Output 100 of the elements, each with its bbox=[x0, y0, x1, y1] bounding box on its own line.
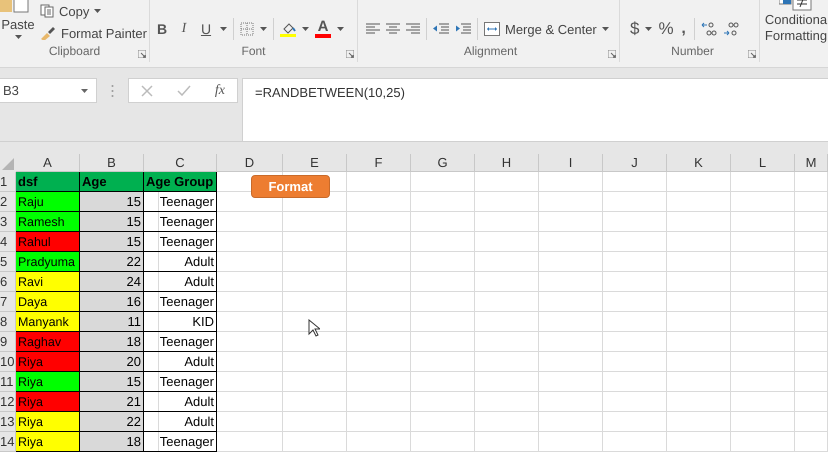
age-group-cell: KID bbox=[144, 312, 217, 332]
name-cell: Ramesh bbox=[16, 212, 80, 232]
age-cell: 15 bbox=[80, 232, 144, 252]
font-color-button[interactable]: A bbox=[315, 20, 331, 38]
conditional-formatting-button[interactable]: Conditiona Formatting bbox=[764, 0, 828, 44]
name-box[interactable]: B3 bbox=[0, 78, 97, 103]
caret-icon[interactable] bbox=[337, 27, 344, 31]
dropdown-caret-icon[interactable] bbox=[81, 88, 88, 92]
italic-button[interactable]: I bbox=[176, 20, 192, 38]
caret-icon[interactable] bbox=[14, 35, 22, 39]
group-label: Font bbox=[241, 44, 266, 58]
formula-input[interactable]: =RANDBETWEEN(10,25) bbox=[242, 78, 828, 142]
column-header[interactable]: L bbox=[731, 154, 795, 172]
age-cell: 24 bbox=[80, 272, 144, 292]
column-header[interactable]: H bbox=[475, 154, 539, 172]
dialog-launcher-icon[interactable] bbox=[748, 50, 756, 58]
align-left-icon[interactable] bbox=[366, 22, 380, 36]
caret-icon[interactable] bbox=[645, 27, 652, 31]
age-group-cell: Teenager bbox=[144, 232, 217, 252]
paste-button[interactable]: Paste bbox=[0, 0, 36, 39]
copy-icon bbox=[40, 4, 54, 18]
name-cell: Riya bbox=[16, 432, 80, 452]
decrease-decimal-icon[interactable] bbox=[722, 21, 739, 37]
currency-button[interactable]: $ bbox=[630, 19, 640, 39]
name-cell: Riya bbox=[16, 372, 80, 392]
merge-cells-icon bbox=[484, 22, 500, 36]
column-header[interactable]: A bbox=[16, 154, 80, 172]
age-cell: 22 bbox=[80, 252, 144, 272]
age-cell: 21 bbox=[80, 392, 144, 412]
caret-icon[interactable] bbox=[220, 27, 227, 31]
table-header-cell: Age bbox=[80, 172, 144, 192]
age-group-cell: Teenager bbox=[144, 372, 217, 392]
table-header-cell: Age Group bbox=[144, 172, 217, 192]
row-header[interactable]: 14 bbox=[0, 432, 16, 452]
age-cell: 11 bbox=[80, 312, 144, 332]
row-header[interactable]: 10 bbox=[0, 352, 16, 372]
caret-icon[interactable] bbox=[94, 9, 102, 13]
column-header[interactable]: B bbox=[80, 154, 144, 172]
bold-button[interactable]: B bbox=[154, 20, 170, 38]
age-group-cell: Teenager bbox=[144, 212, 217, 232]
age-cell: 18 bbox=[80, 432, 144, 452]
age-cell: 15 bbox=[80, 192, 144, 212]
name-cell: Riya bbox=[16, 412, 80, 432]
merge-center-button[interactable]: Merge & Center bbox=[484, 20, 609, 38]
row-header[interactable]: 9 bbox=[0, 332, 16, 352]
dialog-launcher-icon[interactable] bbox=[138, 50, 146, 58]
row-header[interactable]: 8 bbox=[0, 312, 16, 332]
caret-icon[interactable] bbox=[302, 27, 309, 31]
age-group-cell: Adult bbox=[144, 352, 217, 372]
row-header[interactable]: 6 bbox=[0, 272, 16, 292]
percent-button[interactable]: % bbox=[658, 19, 674, 39]
age-group-cell: Adult bbox=[144, 392, 217, 412]
column-header[interactable]: C bbox=[144, 154, 217, 172]
row-header[interactable]: 5 bbox=[0, 252, 16, 272]
column-header[interactable]: F bbox=[347, 154, 411, 172]
row-header[interactable]: 2 bbox=[0, 192, 16, 212]
column-header[interactable]: M bbox=[795, 154, 828, 172]
name-cell: Rahul bbox=[16, 232, 80, 252]
decrease-indent-icon[interactable] bbox=[433, 22, 449, 36]
column-header[interactable]: D bbox=[217, 154, 283, 172]
age-cell: 15 bbox=[80, 372, 144, 392]
age-group-cell: Teenager bbox=[144, 332, 217, 352]
column-header[interactable]: E bbox=[283, 154, 347, 172]
underline-button[interactable]: U bbox=[198, 20, 214, 38]
fill-color-icon[interactable] bbox=[280, 21, 296, 37]
dialog-launcher-icon[interactable] bbox=[346, 50, 354, 58]
check-icon[interactable] bbox=[176, 84, 191, 96]
name-cell: Riya bbox=[16, 352, 80, 372]
caret-icon[interactable] bbox=[602, 27, 609, 31]
increase-indent-icon[interactable] bbox=[455, 22, 471, 36]
mouse-pointer-icon bbox=[308, 319, 320, 337]
age-cell: 20 bbox=[80, 352, 144, 372]
age-group-cell: Teenager bbox=[144, 432, 217, 452]
name-cell: Pradyuma bbox=[16, 252, 80, 272]
format-painter-button[interactable]: Format Painter bbox=[40, 24, 147, 42]
name-cell: Riya bbox=[16, 392, 80, 412]
row-header[interactable]: 11 bbox=[0, 372, 16, 392]
row-header[interactable]: 13 bbox=[0, 412, 16, 432]
grip-icon[interactable] bbox=[111, 84, 114, 98]
dialog-launcher-icon[interactable] bbox=[608, 50, 616, 58]
name-cell: Daya bbox=[16, 292, 80, 312]
borders-icon[interactable] bbox=[240, 22, 254, 36]
table-header-cell: dsf bbox=[16, 172, 80, 192]
row-header[interactable]: 12 bbox=[0, 392, 16, 412]
column-header[interactable]: G bbox=[411, 154, 475, 172]
row-header[interactable]: 1 bbox=[0, 172, 16, 192]
align-right-icon[interactable] bbox=[406, 22, 420, 36]
copy-button[interactable]: Copy bbox=[40, 2, 147, 20]
name-cell: Ravi bbox=[16, 272, 80, 292]
caret-icon[interactable] bbox=[260, 27, 267, 31]
align-center-icon[interactable] bbox=[386, 22, 400, 36]
increase-decimal-icon[interactable] bbox=[700, 21, 717, 37]
comma-style-button[interactable]: , bbox=[680, 20, 688, 38]
insert-function-button[interactable]: fx bbox=[214, 82, 225, 98]
column-header[interactable]: J bbox=[603, 154, 667, 172]
row-header[interactable]: 4 bbox=[0, 232, 16, 252]
row-header[interactable]: 3 bbox=[0, 212, 16, 232]
column-header[interactable]: K bbox=[667, 154, 731, 172]
column-header[interactable]: I bbox=[539, 154, 603, 172]
row-header[interactable]: 7 bbox=[0, 292, 16, 312]
